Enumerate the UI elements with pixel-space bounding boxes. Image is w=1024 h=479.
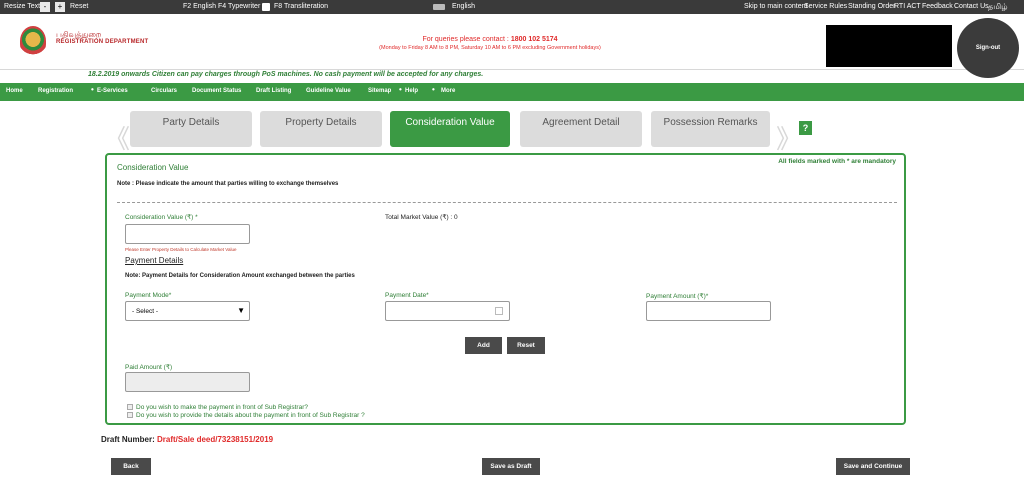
nav-dot-icon: • — [399, 85, 402, 94]
language-keyboard-icon — [433, 4, 445, 10]
checkbox-icon[interactable] — [127, 412, 133, 418]
divider — [117, 202, 897, 203]
total-market-value: Total Market Value (₹) : 0 — [385, 214, 458, 221]
rti-act-link[interactable]: RTI ACT — [894, 3, 921, 10]
tn-emblem-icon — [20, 26, 46, 56]
payment-date-label: Payment Date* — [385, 292, 429, 299]
nav-draft-listing[interactable]: Draft Listing — [256, 88, 291, 94]
skip-to-content-link[interactable]: Skip to main content — [744, 3, 807, 10]
resize-text-label: Resize Text — [4, 3, 41, 10]
keyboard-icon — [262, 3, 270, 11]
mandatory-note: All fields marked with * are mandatory — [778, 158, 896, 165]
contact-us-link[interactable]: Contact Us — [954, 3, 989, 10]
query-text: For queries please contact : — [422, 36, 509, 43]
checkbox-pay-in-front-label: Do you wish to make the payment in front… — [136, 404, 308, 411]
nav-registration[interactable]: Registration — [38, 88, 73, 94]
help-icon[interactable]: ? — [799, 121, 812, 135]
nav-more[interactable]: More — [441, 88, 455, 94]
save-as-draft-button[interactable]: Save as Draft — [482, 458, 540, 475]
main-nav: Home Registration • E-Services Circulars… — [0, 83, 1024, 101]
nav-home[interactable]: Home — [6, 88, 23, 94]
english-label[interactable]: English — [452, 3, 475, 10]
tab-property-details[interactable]: Property Details — [260, 111, 382, 147]
draft-number-value: Draft/Sale deed/73238151/2019 — [157, 435, 274, 444]
nav-circulars[interactable]: Circulars — [151, 88, 177, 94]
form-note: Note : Please indicate the amount that p… — [117, 181, 339, 187]
tab-possession-remarks[interactable]: Possession Remarks — [651, 111, 770, 147]
consideration-form: Consideration Value All fields marked wi… — [105, 153, 906, 425]
sign-out-button[interactable]: Sign-out — [957, 18, 1019, 78]
nav-e-services[interactable]: E-Services — [97, 88, 128, 94]
payment-amount-input[interactable] — [646, 301, 771, 321]
draft-number-label: Draft Number: — [101, 435, 155, 444]
tab-consideration-value[interactable]: Consideration Value — [390, 111, 510, 147]
f4-typewriter-link[interactable]: F4 Typewriter — [218, 3, 260, 10]
feedback-link[interactable]: Feedback — [922, 3, 953, 10]
nav-document-status[interactable]: Document Status — [192, 88, 241, 94]
payment-details-heading: Payment Details — [125, 256, 184, 265]
tab-party-details[interactable]: Party Details — [130, 111, 252, 147]
consideration-value-label: Consideration Value (₹) * — [125, 214, 198, 221]
tab-agreement-detail[interactable]: Agreement Detail — [520, 111, 642, 147]
standing-order-link[interactable]: Standing Order — [848, 3, 895, 10]
pos-notice: 18.2.2019 onwards Citizen can pay charge… — [88, 71, 484, 78]
paid-amount-label: Paid Amount (₹) — [125, 364, 173, 371]
service-rules-link[interactable]: Service Rules — [804, 3, 847, 10]
checkbox-details-in-front-label: Do you wish to provide the details about… — [136, 412, 365, 419]
payment-mode-value: - Select - — [132, 308, 159, 315]
previous-step-icon[interactable]: 《 — [104, 119, 130, 156]
reset-button[interactable]: Reset — [507, 337, 545, 354]
logo-english-text: REGISTRATION DEPARTMENT — [56, 39, 149, 45]
back-button[interactable]: Back — [111, 458, 151, 475]
f8-transliteration-link[interactable]: F8 Transliteration — [274, 3, 328, 10]
checkbox-pay-in-front[interactable]: Do you wish to make the payment in front… — [127, 404, 308, 411]
reset-text-button[interactable]: Reset — [70, 3, 88, 10]
form-title: Consideration Value — [117, 163, 189, 172]
paid-amount-input — [125, 372, 250, 392]
payment-mode-label: Payment Mode* — [125, 292, 172, 299]
tamil-language-link[interactable]: தமிழ் — [988, 2, 1008, 12]
nav-sitemap[interactable]: Sitemap — [368, 88, 391, 94]
checkbox-icon[interactable] — [127, 404, 133, 410]
f2-english-link[interactable]: F2 English — [183, 3, 216, 10]
nav-help[interactable]: Help — [405, 88, 418, 94]
payment-amount-label: Payment Amount (₹)* — [646, 293, 709, 300]
caret-down-icon: ▼ — [237, 306, 245, 315]
save-and-continue-button[interactable]: Save and Continue — [836, 458, 910, 475]
add-button[interactable]: Add — [465, 337, 502, 354]
calendar-icon[interactable] — [495, 307, 503, 315]
payment-date-input[interactable] — [385, 301, 510, 321]
query-hours: (Monday to Friday 8 AM to 8 PM, Saturday… — [379, 45, 601, 51]
nav-dot-icon: • — [91, 85, 94, 94]
nav-dot-icon: • — [432, 85, 435, 94]
payment-note: Note: Payment Details for Consideration … — [125, 273, 355, 279]
query-number: 1800 102 5174 — [510, 36, 558, 43]
consideration-value-input[interactable] — [125, 224, 250, 244]
increase-text-button[interactable]: + — [55, 2, 65, 12]
checkbox-details-in-front[interactable]: Do you wish to provide the details about… — [127, 412, 365, 419]
query-contact: For queries please contact : 1800 102 51… — [340, 36, 640, 43]
draft-number: Draft Number: Draft/Sale deed/73238151/2… — [101, 435, 273, 444]
decrease-text-button[interactable]: - — [40, 2, 50, 12]
payment-mode-select[interactable]: - Select - ▼ — [125, 301, 250, 321]
site-header: பதிவுத்துறை REGISTRATION DEPARTMENT For … — [0, 14, 1024, 78]
accessibility-bar: Resize Text - + Reset F2 English F4 Type… — [0, 0, 1024, 14]
user-info-box — [826, 25, 952, 67]
nav-guideline-value[interactable]: Guideline Value — [306, 88, 351, 94]
consideration-hint: Please Enter Property Details to Calcula… — [125, 247, 237, 252]
